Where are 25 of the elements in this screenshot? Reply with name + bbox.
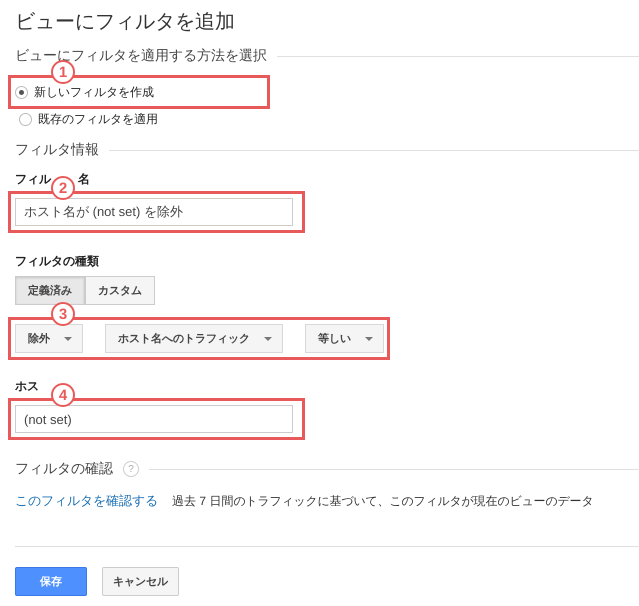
hostname-field[interactable]: (not set) <box>15 405 293 433</box>
dropdown[interactable]: 等しい <box>305 324 384 353</box>
cancel-button[interactable]: キャンセル <box>102 567 179 596</box>
filter-name-field[interactable]: ホスト名が (not set) を除外 <box>15 198 293 226</box>
radio-option[interactable]: 新しいフィルタを作成 <box>15 82 263 102</box>
section-heading: フィルタ情報 <box>15 141 99 159</box>
annotation-badge: 2 <box>51 176 75 200</box>
field-label: フィル <box>15 171 51 188</box>
dropdown[interactable]: ホスト名へのトラフィック <box>105 324 283 353</box>
filter-type-tab[interactable]: カスタム <box>85 276 155 305</box>
dropdown[interactable]: 除外 <box>15 324 83 353</box>
field-label: ホス <box>15 378 39 395</box>
caret-icon <box>365 336 373 340</box>
caret-icon <box>64 336 72 340</box>
annotation-badge: 4 <box>51 383 75 407</box>
field-label: フィルタの種類 <box>15 253 99 270</box>
radio-option[interactable]: 既存のフィルタを適用 <box>19 109 639 129</box>
caret-icon <box>264 336 272 340</box>
field-label: 名 <box>78 171 90 188</box>
page-title: ビューにフィルタを追加 <box>15 10 236 35</box>
section-heading: フィルタの確認 <box>15 460 113 478</box>
description-text: 過去 7 日間のトラフィックに基づいて、このフィルタが現在のビューのデータ <box>172 493 594 510</box>
verify-link[interactable]: このフィルタを確認する <box>15 492 158 510</box>
filter-type-tab[interactable]: 定義済み <box>15 276 85 305</box>
annotation-badge: 1 <box>51 60 75 84</box>
